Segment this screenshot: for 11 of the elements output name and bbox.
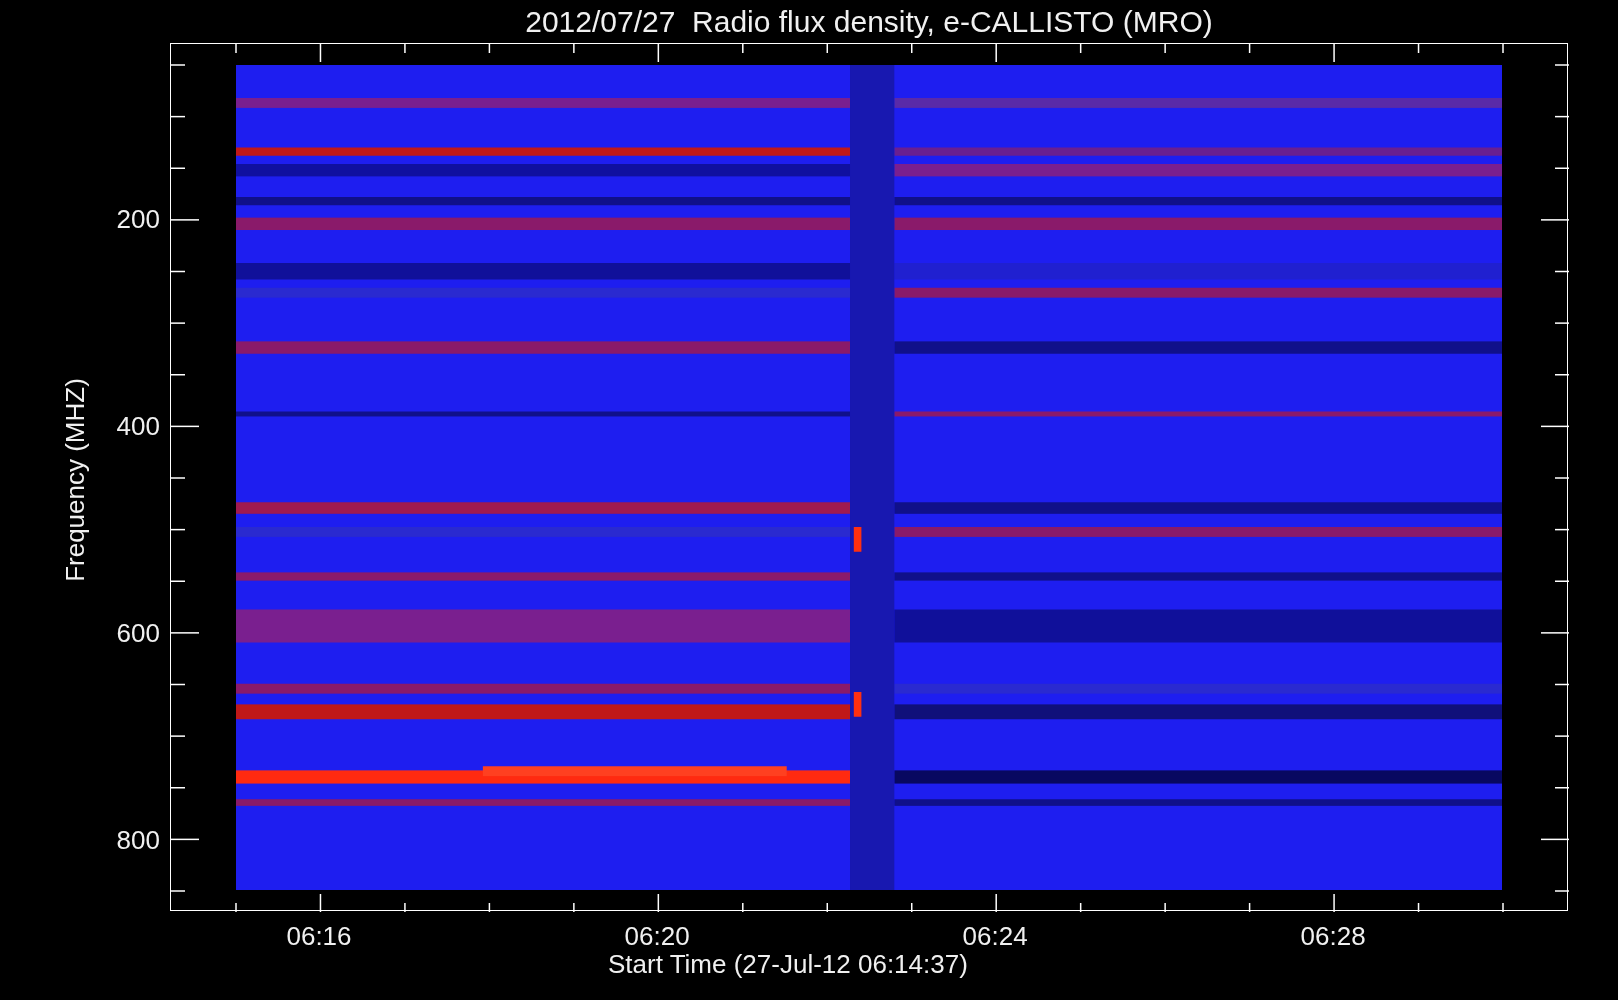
y-tick-label: 600 [116, 620, 160, 647]
y-tick-label: 200 [116, 206, 160, 232]
chart-title: 2012/07/27 Radio flux density, e-CALLISTO (MRO) [525, 7, 1213, 40]
x-tick-label: 06:20 [624, 923, 690, 949]
x-tick-label: 06:28 [1300, 923, 1366, 949]
y-axis-title: Frequency (MHZ) [62, 378, 88, 582]
x-axis-title: Start Time (27-Jul-12 06:14:37) [608, 951, 968, 977]
y-tick-label: 800 [116, 827, 160, 854]
x-tick-label: 06:16 [286, 923, 352, 949]
x-tick-label: 06:24 [962, 923, 1028, 949]
y-tick-label: 400 [116, 413, 160, 440]
